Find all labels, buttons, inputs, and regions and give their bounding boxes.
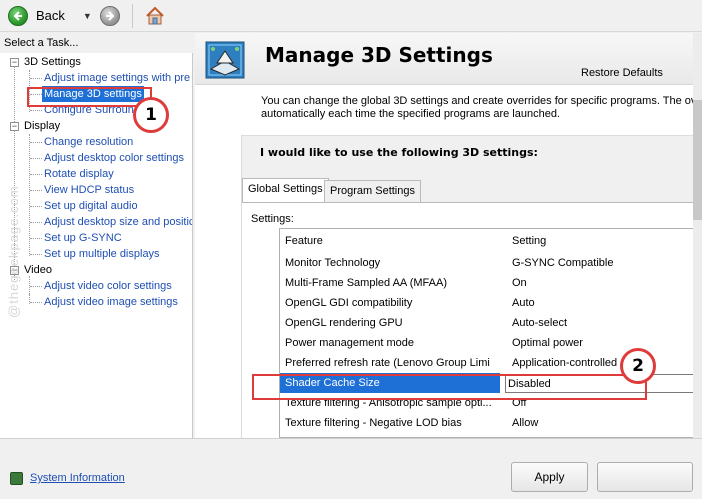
- settings-grid: Feature Setting Monitor Technology G-SYN…: [279, 228, 702, 438]
- tree-line: [30, 302, 42, 303]
- tree-item-view-hdcp-status[interactable]: View HDCP status: [44, 182, 134, 198]
- annotation-step-2: 2: [620, 348, 656, 384]
- watermark: @thegeekpage.com: [6, 185, 21, 318]
- task-header: Select a Task...: [0, 33, 193, 53]
- tree-line: [30, 190, 42, 191]
- tree-line: [30, 142, 42, 143]
- content-header: Manage 3D Settings Restore Defaults: [195, 33, 702, 85]
- system-information-icon: [10, 472, 23, 485]
- history-dropdown-icon[interactable]: ▼: [83, 11, 92, 21]
- setting-cell: Auto: [512, 297, 535, 309]
- tree-item-change-resolution[interactable]: Change resolution: [44, 134, 133, 150]
- tree-line: [30, 286, 42, 287]
- home-icon[interactable]: [143, 4, 167, 28]
- tree-line: [30, 222, 42, 223]
- feature-cell: OpenGL rendering GPU: [285, 317, 403, 329]
- toolbar-separator: [131, 3, 133, 28]
- tree-item-adjust-desktop-color[interactable]: Adjust desktop color settings: [44, 150, 184, 166]
- cancel-button[interactable]: [597, 462, 693, 492]
- tree-line: [30, 110, 42, 111]
- tree-item-adjust-video-color[interactable]: Adjust video color settings: [44, 278, 172, 294]
- tree-item-adjust-image-settings[interactable]: Adjust image settings with pre: [44, 70, 190, 86]
- restore-defaults-link[interactable]: Restore Defaults: [581, 67, 663, 79]
- column-header-feature[interactable]: Feature: [285, 231, 495, 251]
- description-line: You can change the global 3D settings an…: [261, 95, 697, 107]
- settings-tabs: Global Settings Program Settings: [242, 178, 702, 202]
- content-scrollbar-thumb[interactable]: [693, 100, 702, 220]
- feature-cell: OpenGL GDI compatibility: [285, 297, 413, 309]
- tree-item-rotate-display[interactable]: Rotate display: [44, 166, 114, 182]
- forward-arrow-icon[interactable]: [99, 5, 120, 26]
- table-row[interactable]: Monitor Technology G-SYNC Compatible: [280, 253, 701, 273]
- setting-cell: G-SYNC Compatible: [512, 257, 614, 269]
- table-row[interactable]: Multi-Frame Sampled AA (MFAA) On: [280, 273, 701, 293]
- setting-cell: Auto-select: [512, 317, 568, 329]
- settings-prompt: I would like to use the following 3D set…: [260, 146, 538, 159]
- column-header-setting[interactable]: Setting: [512, 231, 701, 251]
- back-button[interactable]: Back: [8, 4, 69, 28]
- 3d-settings-icon: [205, 41, 245, 79]
- tab-program-settings[interactable]: Program Settings: [324, 180, 421, 202]
- tree-line: [30, 158, 42, 159]
- tree-item-set-up-digital-audio[interactable]: Set up digital audio: [44, 198, 138, 214]
- tree-line: [30, 174, 42, 175]
- feature-cell: Texture filtering - Negative LOD bias: [285, 417, 462, 429]
- grid-header: Feature Setting: [280, 231, 701, 251]
- tree-line: [30, 206, 42, 207]
- tree-category-3d-settings[interactable]: 3D Settings: [24, 54, 81, 70]
- feature-cell: Power management mode: [285, 337, 415, 349]
- tree-item-adjust-video-image[interactable]: Adjust video image settings: [44, 294, 178, 310]
- annotation-highlight-shader-cache: [252, 374, 647, 400]
- setting-cell: On: [512, 277, 527, 289]
- tree-category-display[interactable]: Display: [24, 118, 60, 134]
- back-label: Back: [36, 8, 65, 23]
- settings-label: Settings:: [251, 213, 294, 225]
- tree-line: [30, 78, 42, 79]
- description-line: automatically each time the specified pr…: [261, 108, 560, 120]
- feature-cell: Monitor Technology: [285, 257, 381, 269]
- tree-line: [29, 276, 30, 304]
- tree-item-adjust-desktop-size[interactable]: Adjust desktop size and positic: [44, 214, 192, 230]
- annotation-highlight-manage-3d: [27, 87, 152, 107]
- feature-cell: Multi-Frame Sampled AA (MFAA): [285, 277, 447, 289]
- tab-global-settings[interactable]: Global Settings: [242, 178, 329, 202]
- apply-button[interactable]: Apply: [511, 462, 588, 492]
- content-scrollbar[interactable]: [693, 33, 702, 438]
- page-title: Manage 3D Settings: [265, 43, 493, 67]
- toolbar: Back ▼: [0, 0, 702, 32]
- setting-cell: Allow: [512, 417, 539, 429]
- setting-cell: Optimal power: [512, 337, 583, 349]
- tree-line: [30, 238, 42, 239]
- tree-item-set-up-gsync[interactable]: Set up G-SYNC: [44, 230, 122, 246]
- setting-cell: Application-controlled: [512, 357, 618, 369]
- tree-item-set-up-multiple-displays[interactable]: Set up multiple displays: [44, 246, 160, 262]
- page-description: You can change the global 3D settings an…: [261, 95, 702, 121]
- collapse-3d-settings-icon[interactable]: −: [10, 58, 19, 67]
- system-information-link[interactable]: System Information: [30, 472, 125, 484]
- tree-line: [30, 254, 42, 255]
- table-row[interactable]: OpenGL rendering GPU Auto-select: [280, 313, 701, 333]
- annotation-step-1: 1: [133, 97, 169, 133]
- table-row[interactable]: OpenGL GDI compatibility Auto: [280, 293, 701, 313]
- feature-cell: Preferred refresh rate (Lenovo Group Lim…: [285, 357, 490, 369]
- back-arrow-icon: [8, 5, 28, 26]
- table-row[interactable]: Texture filtering - Negative LOD bias Al…: [280, 413, 701, 433]
